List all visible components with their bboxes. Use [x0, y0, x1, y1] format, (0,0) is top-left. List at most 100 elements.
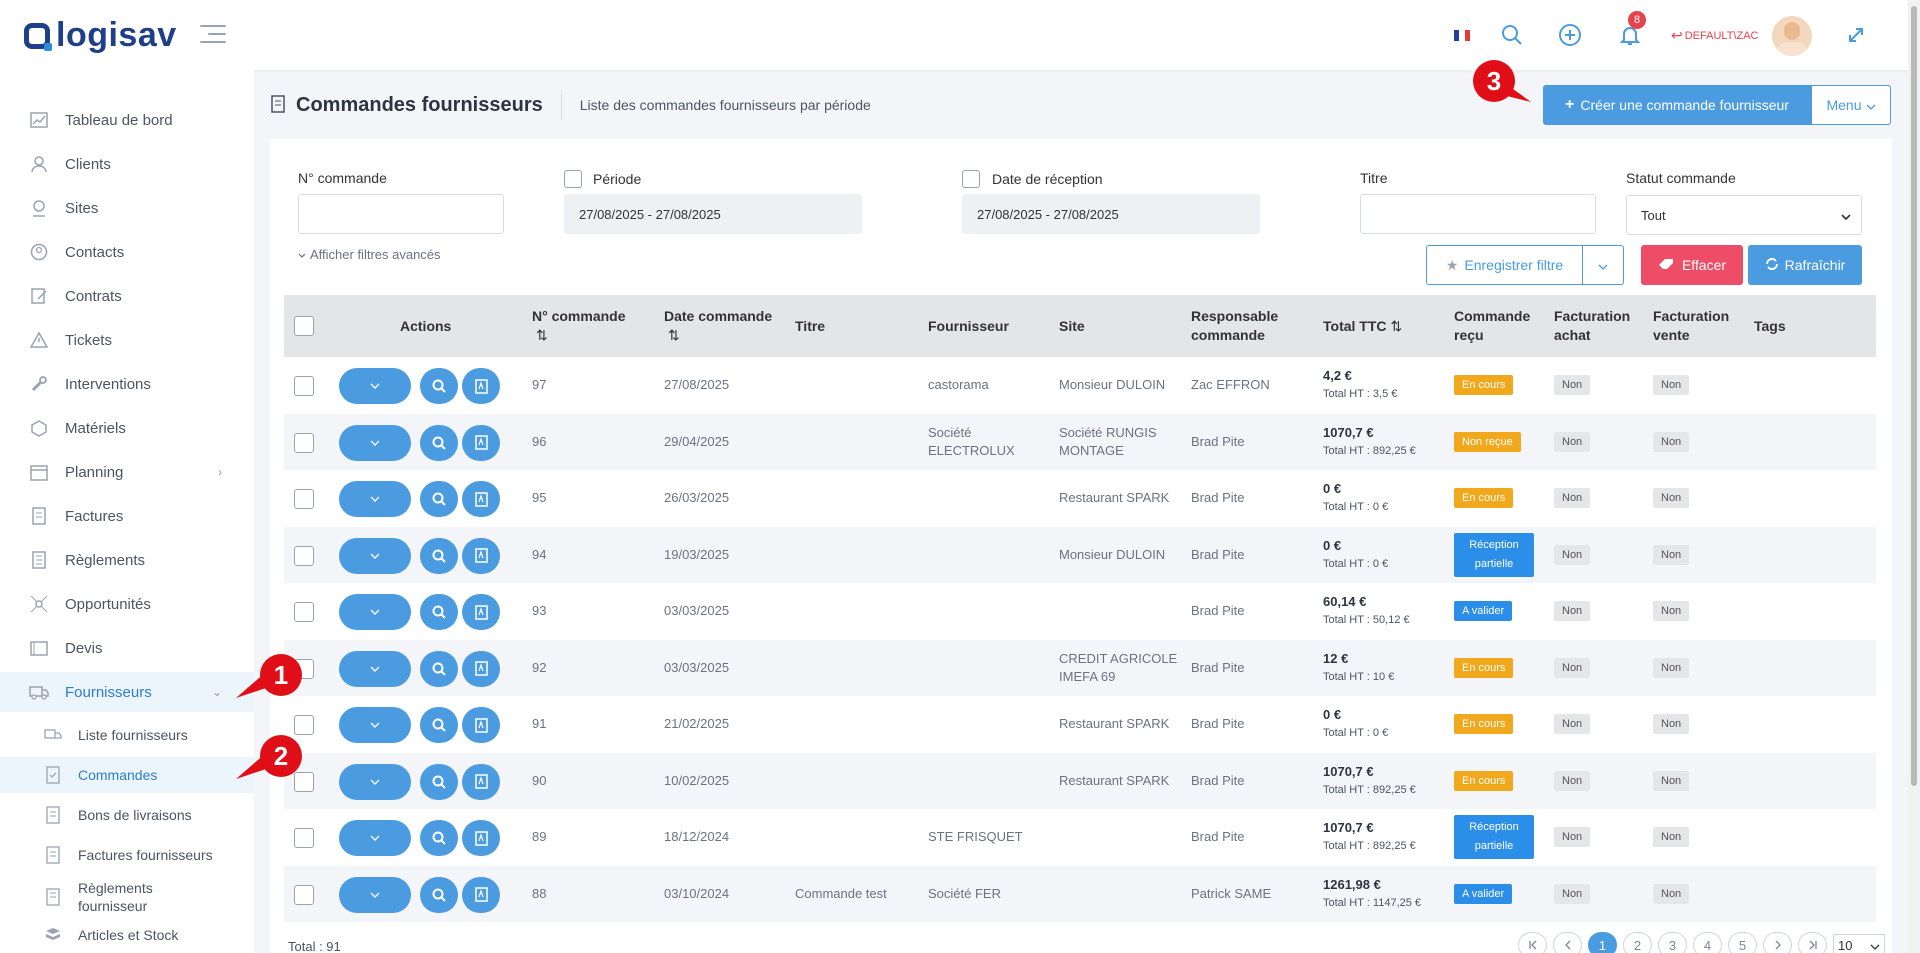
- sidebar-subitem-commandes[interactable]: Commandes: [0, 757, 254, 793]
- pdf-button[interactable]: [462, 481, 500, 517]
- pdf-button[interactable]: [462, 537, 500, 574]
- sidebar-item-materiels[interactable]: Matériels: [0, 408, 254, 448]
- advanced-filters-link[interactable]: Afficher filtres avancés: [298, 247, 441, 262]
- clear-button[interactable]: Effacer: [1641, 245, 1743, 285]
- save-filter-dropdown[interactable]: [1583, 246, 1623, 284]
- row-checkbox[interactable]: [294, 545, 314, 566]
- first-page-button[interactable]: [1518, 932, 1547, 953]
- row-actions-dropdown[interactable]: [339, 650, 411, 687]
- pdf-button[interactable]: [462, 820, 500, 856]
- sidebar-item-opportunites[interactable]: Opportunités: [0, 584, 254, 624]
- period-input[interactable]: 27/08/2025 - 27/08/2025: [564, 194, 862, 234]
- row-actions-dropdown[interactable]: [339, 424, 411, 461]
- pdf-button[interactable]: [462, 707, 500, 743]
- order-date: 21/02/2025: [664, 716, 730, 731]
- view-button[interactable]: [420, 876, 458, 913]
- row-checkbox[interactable]: [294, 828, 314, 848]
- menu-button[interactable]: Menu: [1811, 85, 1891, 125]
- period-checkbox[interactable]: [564, 170, 582, 188]
- sidebar-item-dashboard[interactable]: Tableau de bord: [0, 100, 254, 140]
- expand-icon[interactable]: [1841, 20, 1871, 50]
- sidebar-item-sites[interactable]: Sites: [0, 188, 254, 228]
- create-order-button[interactable]: + Créer une commande fournisseur: [1543, 85, 1811, 125]
- sales-billing-badge: Non: [1653, 827, 1690, 847]
- last-page-button[interactable]: [1798, 932, 1827, 953]
- page-3-button[interactable]: 3: [1658, 932, 1687, 953]
- row-actions-dropdown[interactable]: [339, 763, 411, 800]
- page-5-button[interactable]: 5: [1728, 932, 1757, 953]
- avatar[interactable]: [1772, 16, 1812, 56]
- save-filter-button[interactable]: ★ Enregistrer filtre: [1426, 245, 1624, 285]
- sidebar-item-interventions[interactable]: Interventions: [0, 364, 254, 404]
- sidebar-item-factures[interactable]: Factures: [0, 496, 254, 536]
- view-button[interactable]: [420, 594, 458, 630]
- page-4-button[interactable]: 4: [1693, 932, 1722, 953]
- page-1-button[interactable]: 1: [1588, 932, 1617, 953]
- pdf-button[interactable]: [462, 594, 500, 630]
- pdf-button[interactable]: [462, 650, 500, 687]
- row-checkbox[interactable]: [294, 489, 314, 509]
- view-button[interactable]: [420, 424, 458, 461]
- row-checkbox[interactable]: [294, 715, 314, 735]
- box-icon: [28, 417, 50, 439]
- order-number: 94: [532, 546, 547, 562]
- sidebar-item-fournisseurs[interactable]: Fournisseurs ⌄: [0, 672, 254, 712]
- row-checkbox[interactable]: [294, 602, 314, 622]
- col-date[interactable]: Date commande ⇅: [664, 295, 794, 357]
- pdf-button[interactable]: [462, 763, 500, 800]
- row-actions-dropdown[interactable]: [339, 594, 411, 630]
- row-actions-dropdown[interactable]: [339, 707, 411, 743]
- total-cell: 1070,7 € Total HT : 892,25 €: [1323, 809, 1416, 865]
- sidebar-item-contacts[interactable]: Contacts: [0, 232, 254, 272]
- row-actions-dropdown[interactable]: [339, 481, 411, 517]
- view-button[interactable]: [420, 650, 458, 687]
- view-button[interactable]: [420, 707, 458, 743]
- title-input[interactable]: [1360, 194, 1596, 234]
- select-all-checkbox[interactable]: [294, 316, 314, 336]
- french-flag-icon[interactable]: [1454, 30, 1470, 41]
- pdf-button[interactable]: [462, 876, 500, 913]
- col-order-no[interactable]: N° commande ⇅: [532, 295, 632, 357]
- search-icon[interactable]: [1497, 20, 1527, 50]
- row-actions-dropdown[interactable]: [339, 368, 411, 404]
- pdf-button[interactable]: [462, 368, 500, 404]
- sidebar-item-devis[interactable]: Devis: [0, 628, 254, 668]
- row-actions-dropdown[interactable]: [339, 537, 411, 574]
- sidebar-subitem-liste-fournisseurs[interactable]: Liste fournisseurs: [0, 717, 254, 753]
- next-page-button[interactable]: [1763, 932, 1792, 953]
- view-button[interactable]: [420, 368, 458, 404]
- order-no-input[interactable]: [298, 194, 504, 234]
- sidebar-item-planning[interactable]: Planning ›: [0, 452, 254, 492]
- row-checkbox[interactable]: [294, 376, 314, 396]
- sidebar-item-clients[interactable]: Clients: [0, 144, 254, 184]
- logo[interactable]: logisav: [24, 16, 177, 55]
- page-scrollbar[interactable]: [1908, 0, 1920, 953]
- sidebar-subitem-factures-fournisseurs[interactable]: Factures fournisseurs: [0, 837, 254, 873]
- page-size-select[interactable]: 10: [1833, 934, 1885, 953]
- menu-toggle-icon[interactable]: [200, 25, 226, 49]
- reception-date-checkbox[interactable]: [962, 170, 980, 188]
- view-button[interactable]: [420, 820, 458, 856]
- row-checkbox[interactable]: [294, 432, 314, 453]
- view-button[interactable]: [420, 763, 458, 800]
- row-checkbox[interactable]: [294, 884, 314, 905]
- status-select[interactable]: Tout: [1626, 195, 1862, 235]
- pdf-button[interactable]: [462, 424, 500, 461]
- prev-page-button[interactable]: [1553, 932, 1582, 953]
- sidebar-subitem-articles-stock[interactable]: Articles et Stock: [0, 917, 254, 953]
- sidebar-subitem-reglements-fournisseur[interactable]: Règlements fournisseur: [0, 875, 254, 919]
- add-circle-icon[interactable]: [1555, 20, 1585, 50]
- reception-date-input[interactable]: 27/08/2025 - 27/08/2025: [962, 194, 1260, 234]
- user-menu[interactable]: ↩ DEFAULT\ZAC: [1671, 27, 1759, 44]
- row-actions-dropdown[interactable]: [339, 820, 411, 856]
- page-2-button[interactable]: 2: [1623, 932, 1652, 953]
- sidebar-item-contracts[interactable]: Contrats: [0, 276, 254, 316]
- sidebar-item-reglements[interactable]: Règlements: [0, 540, 254, 580]
- refresh-button[interactable]: Rafraîchir: [1748, 245, 1862, 285]
- row-actions-dropdown[interactable]: [339, 876, 411, 913]
- sidebar-item-tickets[interactable]: Tickets: [0, 320, 254, 360]
- sidebar-subitem-bons-livraisons[interactable]: Bons de livraisons: [0, 797, 254, 833]
- col-total[interactable]: Total TTC ⇅: [1323, 295, 1402, 357]
- view-button[interactable]: [420, 537, 458, 574]
- view-button[interactable]: [420, 481, 458, 517]
